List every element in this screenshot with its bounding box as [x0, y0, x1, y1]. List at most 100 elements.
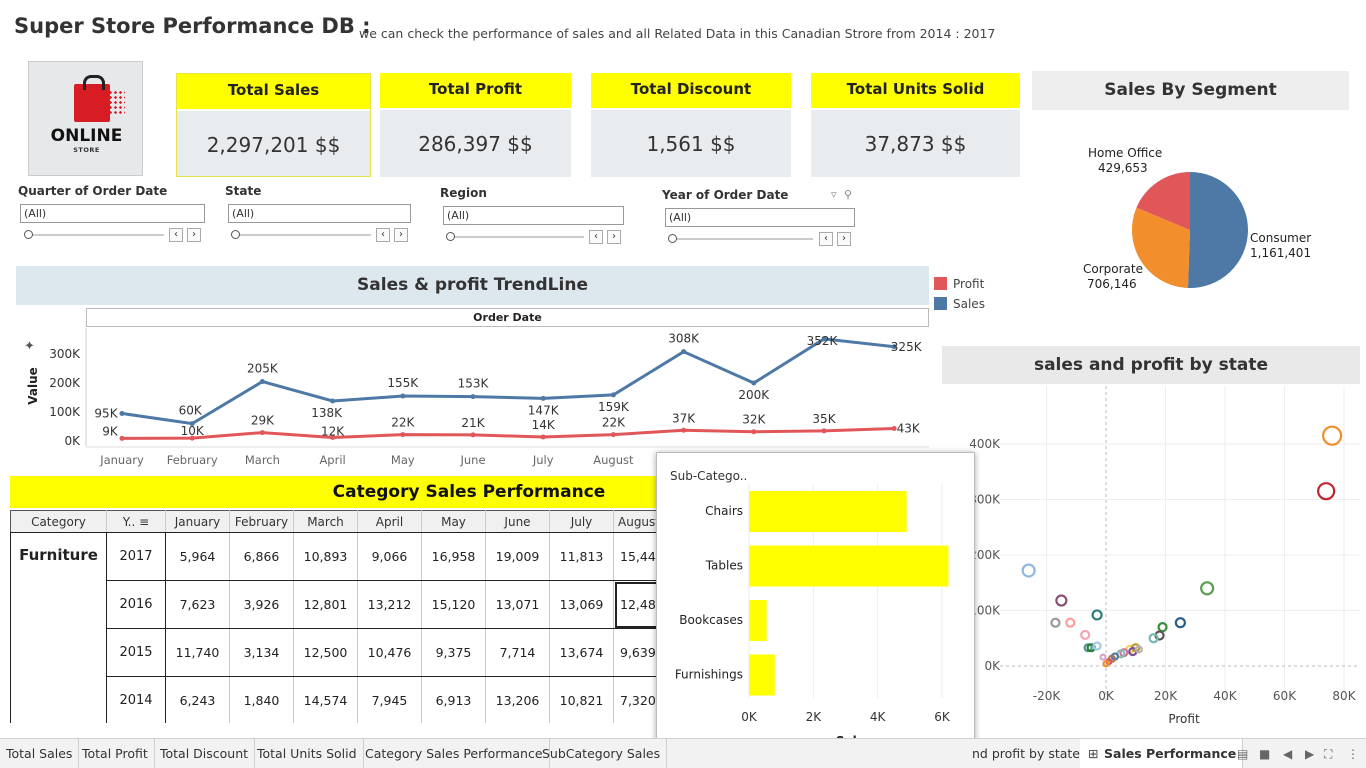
col-header[interactable]: May — [421, 510, 486, 533]
filter-region-dropdown[interactable]: (All) — [443, 206, 624, 225]
col-header[interactable]: March — [293, 510, 358, 533]
grid-view-icon[interactable]: ■ — [1259, 747, 1270, 761]
tab-total-profit[interactable]: Total Profit — [76, 739, 155, 768]
col-header-year[interactable]: Y.. ≡ — [106, 510, 166, 533]
pin-icon[interactable]: ✦ — [24, 339, 35, 354]
state-scatter-chart[interactable]: -20K 0K 20K 40K 60K 80K0K100K200K300K400KProf… — [942, 386, 1360, 736]
next-button[interactable]: › — [394, 228, 408, 242]
state-point[interactable] — [1080, 629, 1091, 641]
slider-handle[interactable] — [231, 230, 240, 239]
filter-quarter-dropdown[interactable]: (All) — [20, 204, 205, 223]
next-sheet-icon[interactable]: ▶ — [1305, 747, 1314, 761]
kpi-total-units[interactable]: Total Units Solid 37,873 $$ — [811, 73, 1020, 177]
next-button[interactable]: › — [837, 232, 851, 246]
tab-profit-by-state[interactable]: nd profit by state — [966, 739, 1087, 768]
filter-slider-track[interactable] — [234, 234, 371, 236]
filter-state-dropdown[interactable]: (All) — [228, 204, 411, 223]
col-header[interactable]: February — [229, 510, 294, 533]
col-header[interactable]: April — [357, 510, 422, 533]
sort-icon[interactable]: ≡ — [139, 515, 149, 529]
slider-handle[interactable] — [446, 232, 455, 241]
data-point[interactable] — [540, 434, 546, 440]
table-row[interactable]: 2015 11,740 3,134 12,500 10,476 9,375 7,… — [11, 628, 656, 677]
state-point[interactable] — [1092, 641, 1102, 651]
bar-furnishings[interactable] — [749, 654, 775, 696]
tab-total-sales[interactable]: Total Sales — [0, 739, 80, 768]
data-point[interactable] — [751, 380, 757, 386]
data-point[interactable] — [330, 398, 336, 404]
data-point[interactable] — [821, 428, 827, 434]
pie-slice-consumer[interactable] — [1187, 172, 1248, 288]
film-strip-icon[interactable]: ▤ — [1237, 747, 1248, 761]
subcategory-sales-panel[interactable]: Sub-Catego..0K2K4K6KSalesChairsTablesBoo… — [656, 452, 975, 768]
prev-button[interactable]: ‹ — [819, 232, 833, 246]
subcategory-bar-chart[interactable]: Sub-Catego..0K2K4K6KSalesChairsTablesBoo… — [657, 453, 976, 768]
funnel-icon[interactable]: ▿ — [831, 188, 837, 201]
col-header[interactable]: January — [165, 510, 230, 533]
filter-slider-track[interactable] — [672, 238, 813, 240]
series-line-sales[interactable] — [121, 337, 895, 426]
prev-sheet-icon[interactable]: ◀ — [1283, 747, 1292, 761]
data-point[interactable] — [470, 432, 476, 438]
bar-bookcases[interactable] — [749, 600, 767, 641]
data-point[interactable] — [751, 429, 757, 435]
table-row[interactable]: Furniture 2017 5,964 6,866 10,893 9,066 … — [10, 532, 656, 723]
tab-total-discount[interactable]: Total Discount — [154, 739, 256, 768]
slider-handle[interactable] — [24, 230, 33, 239]
state-point[interactable] — [1099, 653, 1107, 661]
filter-year-dropdown[interactable]: (All) — [665, 208, 855, 227]
state-point[interactable] — [1200, 581, 1215, 596]
value-cell: 15,120 — [421, 580, 486, 629]
data-point[interactable] — [400, 393, 406, 399]
data-point[interactable] — [119, 435, 125, 441]
data-point[interactable] — [681, 427, 687, 433]
state-point[interactable] — [1050, 617, 1061, 628]
filter-slider-track[interactable] — [26, 234, 164, 236]
prev-button[interactable]: ‹ — [169, 228, 183, 242]
state-point[interactable] — [1317, 482, 1336, 501]
data-point[interactable] — [610, 432, 616, 438]
data-point[interactable] — [610, 392, 616, 398]
tab-total-units[interactable]: Total Units Solid — [251, 739, 364, 768]
tab-category-sales[interactable]: Category Sales Performance — [359, 739, 550, 768]
data-point[interactable] — [400, 432, 406, 438]
state-point[interactable] — [1021, 563, 1036, 578]
search-icon[interactable]: ⚲ — [844, 188, 852, 201]
more-icon[interactable]: ⋮ — [1347, 747, 1359, 761]
data-point[interactable] — [119, 410, 125, 416]
bar-tables[interactable] — [749, 545, 949, 587]
state-point[interactable] — [1174, 617, 1186, 629]
next-button[interactable]: › — [607, 230, 621, 244]
trend-line-chart[interactable]: ✦ Value 0K 100K 200K 300K January February Mar… — [16, 328, 929, 470]
table-row[interactable]: 2014 6,243 1,840 14,574 7,945 6,913 13,2… — [11, 676, 656, 723]
data-point[interactable] — [540, 395, 546, 401]
state-point[interactable] — [1091, 609, 1103, 621]
col-header[interactable]: August — [613, 510, 656, 533]
fullscreen-icon[interactable]: ⛶ — [1324, 747, 1332, 762]
table-row[interactable]: 2016 7,623 3,926 12,801 13,212 15,120 13… — [11, 580, 656, 629]
col-header[interactable]: Category — [10, 510, 107, 533]
data-point[interactable] — [259, 379, 265, 385]
col-header[interactable]: July — [549, 510, 614, 533]
kpi-total-sales[interactable]: Total Sales 2,297,201 $$ — [176, 73, 371, 177]
tab-subcategory-sales[interactable]: SubCategory Sales — [536, 739, 668, 768]
legend-sales[interactable]: Sales — [934, 297, 985, 311]
prev-button[interactable]: ‹ — [589, 230, 603, 244]
next-button[interactable]: › — [187, 228, 201, 242]
state-point[interactable] — [1065, 617, 1076, 628]
data-point[interactable] — [681, 349, 687, 355]
slider-handle[interactable] — [668, 234, 677, 243]
filter-slider-track[interactable] — [450, 236, 584, 238]
tab-sales-performance[interactable]: ⊞ Sales Performance — [1080, 739, 1244, 768]
series-line-profit[interactable] — [121, 427, 895, 440]
col-header[interactable]: June — [485, 510, 550, 533]
prev-button[interactable]: ‹ — [376, 228, 390, 242]
data-point[interactable] — [259, 430, 265, 436]
state-point[interactable] — [1055, 594, 1068, 607]
bar-chairs[interactable] — [749, 491, 907, 532]
legend-profit[interactable]: Profit — [934, 277, 984, 291]
data-point[interactable] — [470, 394, 476, 400]
kpi-total-discount[interactable]: Total Discount 1,561 $$ — [591, 73, 791, 177]
state-point[interactable] — [1322, 425, 1343, 446]
kpi-total-profit[interactable]: Total Profit 286,397 $$ — [380, 73, 571, 177]
